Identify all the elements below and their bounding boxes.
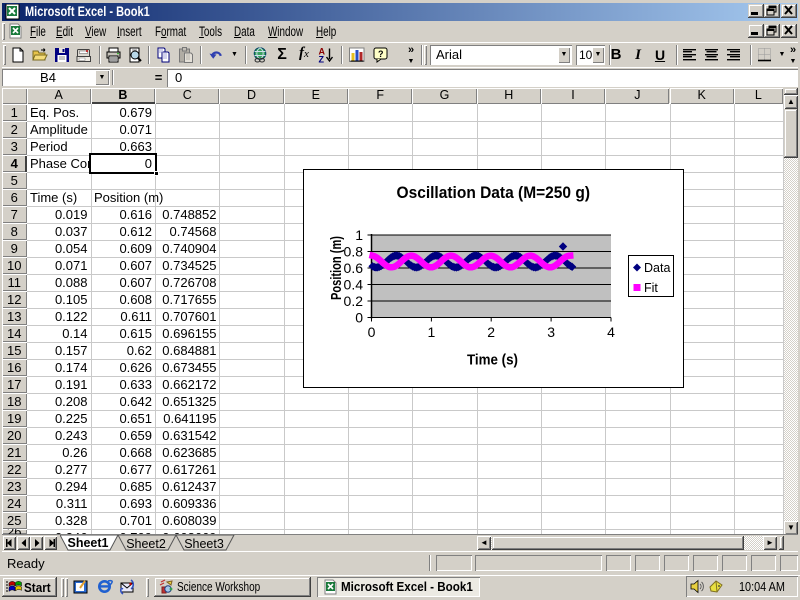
svg-text:0.2: 0.2 xyxy=(344,293,364,309)
svg-text:Z: Z xyxy=(319,55,325,64)
svg-text:0: 0 xyxy=(368,324,376,340)
svg-text:0.8: 0.8 xyxy=(344,244,364,260)
svg-text:Fit: Fit xyxy=(644,281,658,295)
svg-text:0.6: 0.6 xyxy=(344,260,364,276)
svg-text:3: 3 xyxy=(547,324,555,340)
svg-text:Time (s): Time (s) xyxy=(467,352,518,369)
svg-text:1: 1 xyxy=(355,227,363,243)
svg-text:Data: Data xyxy=(644,261,670,275)
svg-text:0.4: 0.4 xyxy=(344,277,364,293)
svg-text:?: ? xyxy=(378,49,384,59)
svg-text:1: 1 xyxy=(428,324,436,340)
svg-text:0: 0 xyxy=(355,310,363,326)
svg-text:2: 2 xyxy=(487,324,495,340)
svg-text:Oscillation Data (M=250 g): Oscillation Data (M=250 g) xyxy=(397,183,591,202)
svg-text:4: 4 xyxy=(607,324,615,340)
svg-text:Position (m): Position (m) xyxy=(328,236,345,300)
